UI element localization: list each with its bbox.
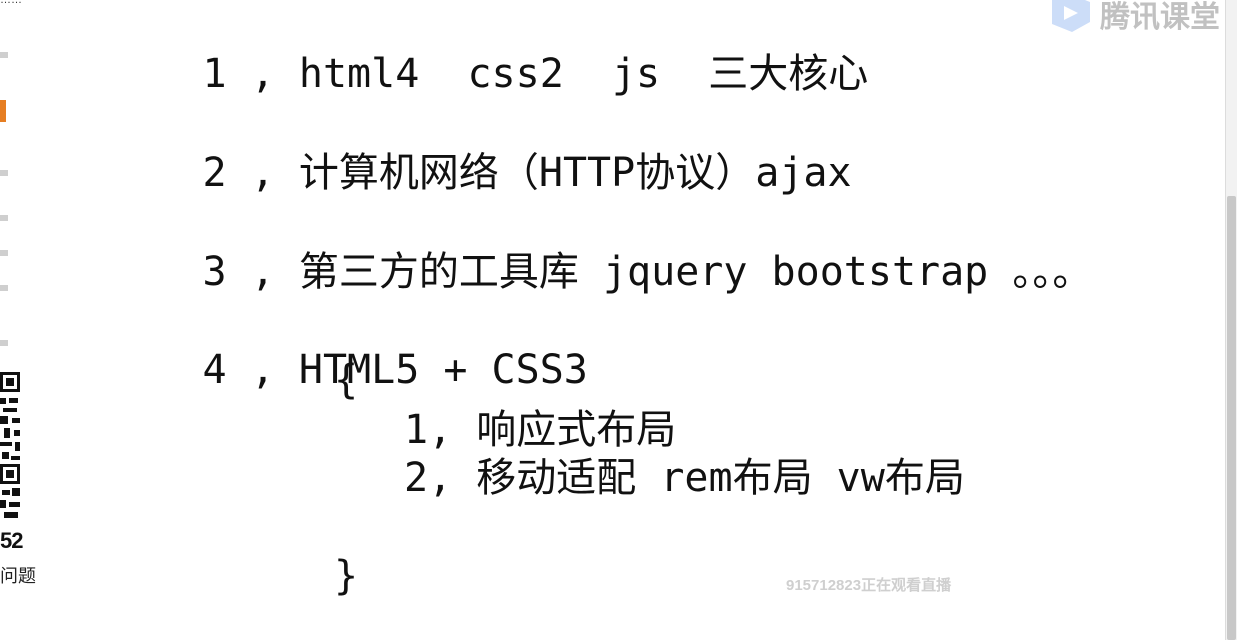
viewers-overlay: 915712823正在观看直播	[786, 577, 952, 594]
strip-fragment	[0, 52, 8, 58]
question-count: 52	[0, 528, 24, 553]
vertical-scrollbar[interactable]	[1225, 0, 1237, 640]
close-brace: }	[334, 553, 359, 599]
strip-fragment	[0, 100, 6, 122]
line-separator: ,	[250, 150, 275, 196]
strip-fragment	[0, 170, 8, 176]
question-label: 问题	[0, 566, 36, 586]
sub-item: 2, 移动适配 rem布局 vw布局	[404, 455, 965, 501]
line-number: 1	[202, 51, 227, 97]
line-text: html4 css2 js 三大核心	[298, 51, 869, 97]
sub-item: 1, 响应式布局	[404, 407, 677, 453]
tencent-classroom-logo-icon	[1052, 0, 1090, 32]
editor-area[interactable]: 1 , html4 css2 js 三大核心 2 , 计算机网络（HTTP协议）…	[40, 0, 1225, 640]
background-window-strip: 52 问题	[0, 0, 40, 640]
screen: 52 问题 …… 1 , html4 css2 js 三大核心 2 , 计算机网…	[0, 0, 1237, 640]
scrollbar-thumb[interactable]	[1227, 196, 1236, 640]
line-separator: ,	[250, 347, 275, 393]
tencent-classroom-watermark: 腾讯课堂	[1046, 0, 1220, 34]
line-text: 计算机网络（HTTP协议）ajax	[298, 150, 852, 196]
strip-fragment	[0, 340, 8, 346]
line-text: 第三方的工具库 jquery bootstrap 。。。	[298, 249, 1093, 295]
line-number: 4	[202, 347, 227, 393]
line-separator: ,	[250, 51, 275, 97]
strip-fragment	[0, 285, 8, 291]
strip-fragment	[0, 250, 8, 256]
line-separator: ,	[250, 249, 275, 295]
line-number: 2	[202, 150, 227, 196]
open-brace: {	[334, 357, 359, 403]
qr-code-icon	[0, 372, 22, 520]
strip-fragment	[0, 215, 8, 221]
line-number: 3	[202, 249, 227, 295]
watermark-brand: 腾讯课堂	[1100, 1, 1220, 34]
